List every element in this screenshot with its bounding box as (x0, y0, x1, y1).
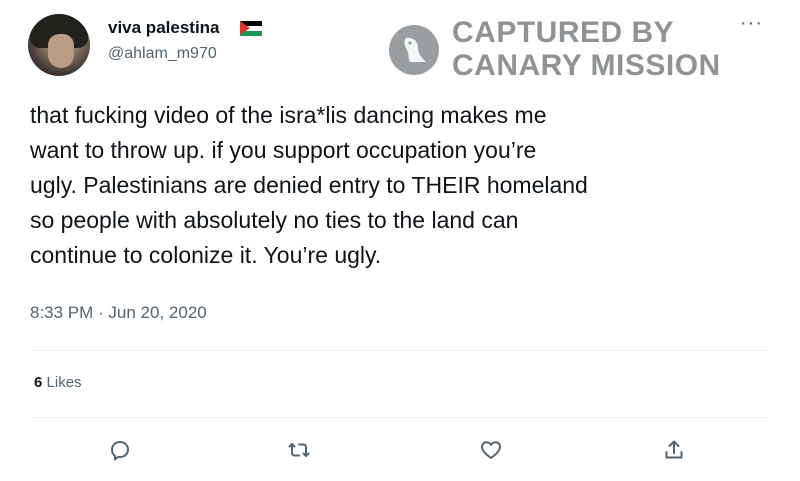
avatar-face (48, 34, 74, 68)
share-button[interactable] (660, 436, 688, 464)
user-handle[interactable]: @ahlam_m970 (108, 45, 217, 63)
like-button[interactable] (477, 436, 505, 464)
palestine-flag-icon (240, 21, 262, 36)
tweet-timestamp[interactable]: 8:33 PM · Jun 20, 2020 (30, 303, 207, 323)
watermark-line-2: CANARY MISSION (452, 49, 721, 82)
reply-icon (111, 441, 129, 461)
avatar[interactable] (28, 14, 90, 76)
more-options-icon[interactable]: ··· (740, 13, 763, 33)
divider (30, 350, 770, 351)
display-name[interactable]: viva palestina (108, 18, 220, 38)
reply-button[interactable] (106, 436, 134, 464)
canary-logo-icon (388, 24, 440, 76)
watermark-text: CAPTURED BY CANARY MISSION (452, 16, 721, 82)
retweet-icon (288, 443, 310, 457)
tweet-card: viva palestina @ahlam_m970 CAPTURED BY C… (0, 0, 800, 481)
retweet-button[interactable] (285, 436, 313, 464)
tweet-text: that fucking video of the isra*lis danci… (30, 102, 588, 268)
watermark-line-1: CAPTURED BY (452, 16, 675, 49)
likes-count: 6 (34, 374, 43, 391)
likes-stat[interactable]: 6 Likes (34, 374, 82, 391)
likes-label: Likes (46, 374, 82, 391)
share-icon (665, 440, 683, 459)
heart-icon (481, 441, 501, 459)
divider (30, 417, 770, 418)
